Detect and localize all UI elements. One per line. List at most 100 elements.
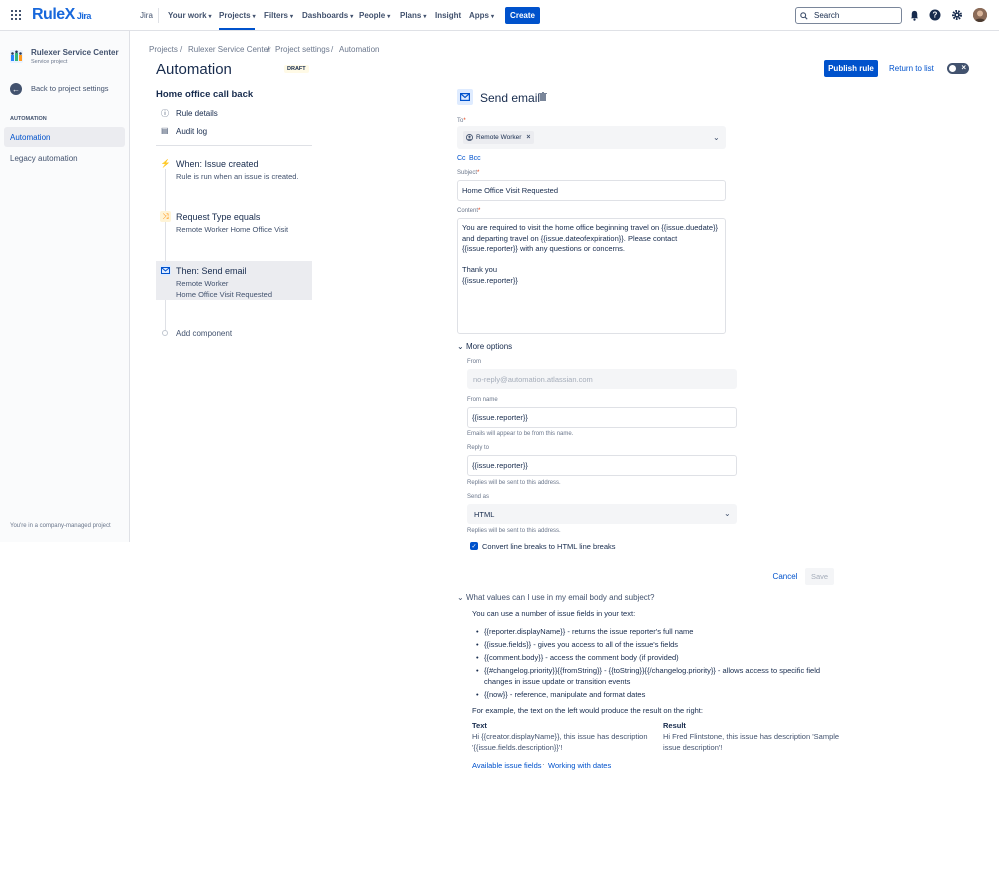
from-name-input[interactable]: {{issue.reporter}} bbox=[467, 407, 737, 428]
save-button[interactable]: Save bbox=[805, 568, 834, 585]
sidebar-footer-note: You're in a company-managed project bbox=[10, 523, 111, 529]
condition-shuffle-icon: ⤨ bbox=[160, 211, 171, 222]
document-icon: ▤ bbox=[161, 126, 169, 135]
nav-plans[interactable]: Plans ▾ bbox=[400, 11, 426, 20]
nav-projects[interactable]: Projects ▾ bbox=[219, 11, 256, 20]
back-to-settings-link[interactable]: Back to project settings bbox=[31, 84, 109, 93]
help-expander[interactable]: ⌄ What values can I use in my email body… bbox=[457, 593, 654, 602]
search-input[interactable]: Search bbox=[795, 7, 902, 24]
project-avatar-icon bbox=[10, 50, 23, 63]
create-button[interactable]: Create bbox=[505, 7, 540, 24]
breadcrumb-project[interactable]: Rulexer Service Center bbox=[188, 45, 271, 54]
example-text-title: Text bbox=[472, 721, 487, 730]
draft-badge: DRAFT bbox=[284, 65, 309, 73]
required-marker: * bbox=[478, 208, 481, 214]
working-with-dates-link[interactable]: Working with dates bbox=[548, 761, 611, 770]
sidebar-item-automation[interactable]: Automation bbox=[10, 133, 50, 142]
add-component-dot-icon bbox=[162, 330, 168, 336]
example-text-body: Hi {{creator.displayName}}, this issue h… bbox=[472, 732, 648, 752]
nav-projects-label: Projects bbox=[219, 11, 251, 20]
nav-filters[interactable]: Filters ▾ bbox=[264, 11, 293, 20]
rulex-logo[interactable]: RuleX Jira bbox=[32, 6, 91, 24]
toggle-knob bbox=[949, 65, 956, 72]
convert-line-breaks-checkbox[interactable]: ✓ bbox=[470, 542, 478, 550]
add-component-link[interactable]: Add component bbox=[176, 329, 232, 338]
convert-line-breaks-label[interactable]: Convert line breaks to HTML line breaks bbox=[482, 542, 616, 551]
subject-label-text: Subject bbox=[457, 170, 478, 176]
help-list-item: {{comment.body}} - access the comment bo… bbox=[476, 652, 834, 663]
chevron-down-icon: ▾ bbox=[350, 14, 354, 20]
subject-label: Subject* bbox=[457, 170, 479, 176]
breadcrumb-separator: / bbox=[331, 45, 334, 54]
from-input[interactable]: no-reply@automation.atlassian.com bbox=[467, 369, 737, 389]
from-name-help: Emails will appear to be from this name. bbox=[467, 431, 574, 437]
more-options-toggle[interactable]: ⌄ More options bbox=[457, 342, 512, 351]
rule-enabled-toggle[interactable]: × bbox=[947, 63, 969, 74]
help-intro: You can use a number of issue fields in … bbox=[472, 609, 636, 618]
chevron-down-icon: ▾ bbox=[491, 14, 495, 20]
breadcrumb-automation[interactable]: Automation bbox=[339, 45, 379, 54]
step-trigger-description: Rule is run when an issue is created. bbox=[176, 172, 299, 181]
publish-rule-button[interactable]: Publish rule bbox=[824, 60, 878, 77]
content-textarea[interactable]: You are required to visit the home offic… bbox=[457, 218, 726, 334]
subject-input[interactable]: Home Office Visit Requested bbox=[457, 180, 726, 201]
close-icon: × bbox=[961, 63, 966, 72]
email-icon bbox=[160, 265, 171, 276]
sidebar-section-heading: AUTOMATION bbox=[10, 116, 47, 122]
remove-chip-icon[interactable]: × bbox=[526, 134, 530, 141]
step-trigger-title[interactable]: When: Issue created bbox=[176, 159, 259, 169]
nav-your-work[interactable]: Your work ▾ bbox=[168, 11, 212, 20]
arrow-left-icon[interactable]: ← bbox=[10, 83, 22, 95]
step-action-title[interactable]: Then: Send email bbox=[176, 266, 247, 276]
page-title: Automation bbox=[156, 61, 232, 78]
step-condition-title[interactable]: Request Type equals bbox=[176, 212, 260, 222]
help-icon[interactable]: ? bbox=[929, 9, 941, 21]
content-label: Content* bbox=[457, 208, 480, 214]
more-options-label: More options bbox=[465, 342, 513, 351]
nav-divider bbox=[158, 8, 159, 23]
from-name-label: From name bbox=[467, 397, 498, 403]
cc-link[interactable]: Cc bbox=[457, 155, 466, 162]
nav-dashboards[interactable]: Dashboards ▾ bbox=[302, 11, 353, 20]
audit-log-link[interactable]: Audit log bbox=[176, 127, 207, 136]
nav-plans-label: Plans bbox=[400, 11, 422, 20]
content-line: Thank you bbox=[462, 265, 498, 274]
app-switcher-icon[interactable] bbox=[11, 10, 21, 20]
search-placeholder: Search bbox=[814, 11, 840, 20]
send-as-select[interactable]: HTML bbox=[467, 504, 737, 524]
nav-insight[interactable]: Insight bbox=[435, 11, 461, 20]
nav-jira[interactable]: Jira bbox=[140, 11, 153, 20]
nav-apps[interactable]: Apps ▾ bbox=[469, 11, 494, 20]
bcc-link[interactable]: Bcc bbox=[469, 155, 481, 162]
rule-flow-line bbox=[165, 168, 166, 333]
link-separator: · bbox=[542, 760, 545, 769]
return-to-list-link[interactable]: Return to list bbox=[889, 64, 934, 73]
send-as-help: Replies will be sent to this address. bbox=[467, 528, 561, 534]
recipient-chip[interactable]: Remote Worker × bbox=[463, 131, 534, 144]
nav-people[interactable]: People ▾ bbox=[359, 11, 390, 20]
required-marker: * bbox=[477, 170, 480, 176]
search-icon bbox=[800, 11, 808, 20]
trigger-bolt-icon: ⚡ bbox=[160, 158, 171, 169]
breadcrumb-projects[interactable]: Projects bbox=[149, 45, 178, 54]
chevron-down-icon: ⌄ bbox=[457, 342, 466, 351]
help-list-item: {{issue.fields}} - gives you access to a… bbox=[476, 639, 834, 650]
svg-text:?: ? bbox=[933, 11, 938, 20]
cancel-button[interactable]: Cancel bbox=[769, 568, 801, 585]
project-name: Rulexer Service Center bbox=[31, 48, 119, 57]
reply-to-input[interactable]: {{issue.reporter}} bbox=[467, 455, 737, 476]
trash-icon[interactable] bbox=[539, 92, 547, 101]
chevron-down-icon[interactable]: ⌄ bbox=[713, 133, 720, 142]
user-avatar[interactable] bbox=[973, 8, 987, 22]
available-issue-fields-link[interactable]: Available issue fields bbox=[472, 761, 542, 770]
notifications-bell-icon[interactable] bbox=[908, 9, 920, 21]
sidebar-item-legacy-automation[interactable]: Legacy automation bbox=[10, 154, 78, 163]
rule-details-link[interactable]: Rule details bbox=[176, 109, 218, 118]
settings-gear-icon[interactable] bbox=[951, 9, 963, 21]
form-title: Send email bbox=[480, 91, 541, 105]
breadcrumb-project-settings[interactable]: Project settings bbox=[275, 45, 330, 54]
chevron-down-icon: ▾ bbox=[208, 14, 212, 20]
content-label-text: Content bbox=[457, 208, 479, 214]
content-line: {{issue.reporter}} bbox=[462, 275, 518, 285]
project-type: Service project bbox=[31, 59, 68, 65]
